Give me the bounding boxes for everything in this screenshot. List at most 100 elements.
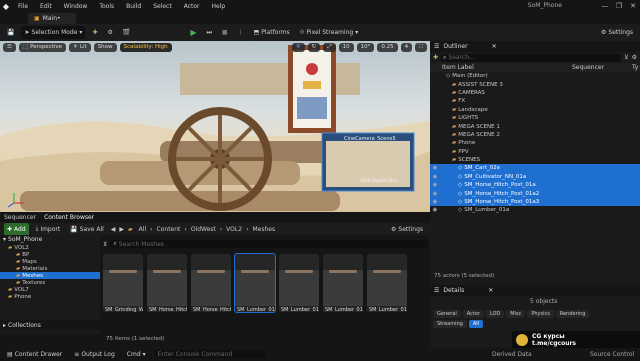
outliner-row[interactable]: ▰ CAMERAS (430, 89, 640, 97)
asset-tile[interactable]: SM_Lumber_01bStatic Mesh (279, 254, 319, 312)
blueprint-button[interactable]: ⚙ (104, 26, 115, 39)
outliner-search-input[interactable]: ⌕ Search... (441, 53, 622, 62)
menu-window[interactable]: Window (58, 3, 94, 10)
menu-build[interactable]: Build (120, 3, 147, 10)
maximize-viewport-icon[interactable]: ⛶ (415, 42, 427, 52)
menu-file[interactable]: File (12, 3, 34, 10)
visibility-eye-icon[interactable]: ◉ (430, 191, 440, 197)
scale-tool-icon[interactable]: ⤢ (323, 42, 336, 52)
details-tab[interactable]: General (433, 310, 461, 318)
cinematics-button[interactable]: 🎬 (120, 26, 133, 39)
outliner-row[interactable]: ◇ Main (Editor) (430, 72, 640, 80)
close-icon[interactable]: ✕ (488, 287, 493, 294)
asset-tile[interactable]: SM_Grinding_Wheel_NN_01aStatic Mesh (103, 254, 143, 312)
asset-tile[interactable]: SM_Lumber_01cStatic Mesh (323, 254, 363, 312)
details-tab[interactable]: Actor (462, 310, 484, 318)
tab-main[interactable]: ▣ Main• (28, 13, 76, 24)
perspective-dropdown[interactable]: ⬚ Perspective (18, 42, 66, 52)
add-actor-button[interactable]: ✚ (89, 26, 100, 39)
asset-tile[interactable]: SM_Horse_Hitch_Post_01aStatic Mesh (147, 254, 187, 312)
play-options-icon[interactable]: ⋮ (235, 26, 247, 39)
import-button[interactable]: ⤓ Import (33, 223, 64, 236)
close-icon[interactable]: ✕ (626, 0, 640, 12)
save-button[interactable]: 💾 (4, 26, 17, 39)
outliner-row[interactable]: ▰ PPV (430, 148, 640, 156)
filter-icon[interactable]: ⊻ (103, 241, 107, 248)
scale-snap-value[interactable]: 0.25 (377, 42, 398, 52)
breadcrumb-content[interactable]: Content (157, 226, 181, 233)
menu-edit[interactable]: Edit (34, 3, 58, 10)
cmd-dropdown[interactable]: Cmd ▾ (124, 348, 149, 361)
source-tree-item[interactable]: ▰ Maps (0, 258, 100, 265)
show-dropdown[interactable]: Show (93, 42, 117, 52)
back-icon[interactable]: ◀ (111, 226, 116, 233)
column-sequencer[interactable]: Sequencer (572, 64, 632, 71)
outliner-row[interactable]: ◉ ◇ SM_Cultivator_NN_01a (430, 172, 640, 182)
visibility-eye-icon[interactable]: ◉ (430, 174, 440, 180)
platforms-dropdown[interactable]: ⬒ Platforms (251, 26, 293, 39)
outliner-row[interactable]: ▰ MEGA SCENE 2 (430, 131, 640, 139)
content-settings-button[interactable]: ⚙ Settings (388, 223, 426, 236)
outliner-row[interactable]: ◉ ◇ SM_Lumber_01a (430, 206, 640, 214)
asset-tile[interactable]: SM_Horse_Hitch_Post_01a2Static Mesh (191, 254, 231, 312)
source-tree-item[interactable]: ▰ Meshes (0, 272, 100, 279)
tab-sequencer[interactable]: Sequencer (4, 214, 36, 221)
asset-search-input[interactable]: ⌕ Search Meshes (110, 240, 428, 248)
outliner-row[interactable]: ▰ LIGHTS (430, 114, 640, 122)
add-icon[interactable]: ✚ (433, 54, 438, 61)
translate-tool-icon[interactable]: ✥ (292, 42, 305, 52)
details-tab[interactable]: Streaming (433, 320, 467, 328)
column-item-label[interactable]: Item Label (442, 64, 572, 71)
filter-icon[interactable]: ⊻ (624, 54, 628, 61)
visibility-eye-icon[interactable]: ◉ (430, 199, 440, 205)
rotation-snap-value[interactable]: 10° (356, 42, 375, 52)
derived-data-label[interactable]: Derived Data (492, 351, 532, 358)
outliner-row[interactable]: ◉ ◇ SM_Horse_Hitch_Post_01a2 (430, 189, 640, 198)
source-tree-item[interactable]: ▰ Textures (0, 279, 100, 286)
sources-project-header[interactable]: ▾ SoM_Phone (0, 235, 100, 244)
details-tab[interactable]: All (468, 320, 484, 328)
breadcrumb-meshes[interactable]: Meshes (252, 226, 275, 233)
visibility-eye-icon[interactable]: ◉ (430, 182, 440, 188)
selection-mode-dropdown[interactable]: ➤ Selection Mode ▾ (21, 26, 86, 39)
outliner-row[interactable]: ▰ MEGA SCENE 1 (430, 122, 640, 130)
close-icon[interactable]: ✕ (492, 43, 497, 50)
camera-speed-value[interactable]: 4 (400, 42, 413, 52)
source-tree-item[interactable]: ▰ Materials (0, 265, 100, 272)
unreal-logo-icon[interactable]: ◆ (0, 0, 12, 12)
outliner-row[interactable]: ▰ SCENES (430, 156, 640, 164)
scalability-dropdown[interactable]: Scalability: High (119, 42, 172, 52)
forward-icon[interactable]: ▶ (119, 226, 124, 233)
source-tree-item[interactable]: ▰ VOL2 (0, 244, 100, 251)
source-tree-item[interactable]: ▰ VOL7 (0, 286, 100, 293)
settings-button[interactable]: ⚙ Settings (598, 26, 636, 39)
rotate-tool-icon[interactable]: ↻ (307, 42, 321, 52)
visibility-eye-icon[interactable]: ◉ (430, 207, 440, 213)
source-tree-item[interactable]: ▰ Phone (0, 293, 100, 300)
play-button[interactable]: ▶ (187, 26, 199, 39)
menu-select[interactable]: Select (147, 3, 178, 10)
skip-icon[interactable]: ⏭ (204, 26, 215, 39)
outliner-row[interactable]: ◉ ◇ SM_Horse_Hitch_Post_01a3 (430, 197, 640, 207)
column-type[interactable]: Ty (632, 64, 638, 71)
asset-tile[interactable]: SM_Lumber_01aStatic Mesh (234, 253, 276, 313)
collections-header[interactable]: ▸ Collections (0, 320, 100, 330)
asset-tile[interactable]: SM_Lumber_01dStatic Mesh (367, 254, 407, 312)
outliner-row[interactable]: ▰ ASSIST SCENE 3 (430, 80, 640, 88)
content-drawer-button[interactable]: ▤ Content Drawer (4, 348, 65, 361)
outliner-row[interactable]: ▰ FX (430, 97, 640, 105)
visibility-eye-icon[interactable]: ◉ (430, 165, 440, 171)
maximize-icon[interactable]: ❐ (612, 0, 626, 12)
menu-actor[interactable]: Actor (178, 3, 206, 10)
details-tab[interactable]: LOD (485, 310, 505, 318)
source-control-label[interactable]: Source Control (590, 351, 634, 358)
menu-help[interactable]: Help (206, 3, 232, 10)
add-button[interactable]: ✚ Add (4, 222, 29, 236)
source-tree-item[interactable]: ▰ BP (0, 251, 100, 258)
outliner-row[interactable]: ◉ ◇ SM_Cart_02e (430, 164, 640, 173)
viewport-menu-button[interactable]: ☰ (3, 42, 16, 52)
save-all-button[interactable]: 💾 Save All (67, 223, 107, 236)
outliner-row[interactable]: ▰ Phone (430, 139, 640, 147)
menu-tools[interactable]: Tools (93, 3, 120, 10)
breadcrumb-vol2[interactable]: VOL2 (226, 226, 242, 233)
